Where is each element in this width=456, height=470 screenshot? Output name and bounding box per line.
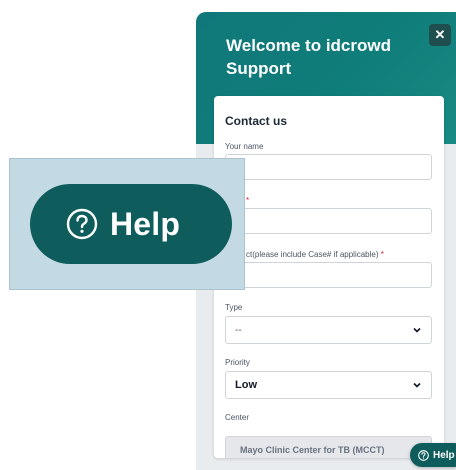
center-input[interactable]: Mayo Clinic Center for TB (MCCT) (225, 436, 432, 458)
widget-title: Welcome to idcrowd Support (226, 36, 391, 78)
contact-form: Contact us Your name * ct(please include… (214, 96, 444, 458)
subject-label-text: ct(please include Case# if applicable) (246, 250, 379, 259)
email-label: * (246, 196, 250, 205)
help-zoom-label: Help (110, 205, 181, 242)
your-name-label: Your name (225, 142, 264, 151)
type-select[interactable]: -- (225, 316, 432, 344)
question-circle-icon (418, 449, 429, 461)
your-name-input[interactable] (225, 154, 432, 180)
priority-select[interactable]: Low (225, 371, 432, 399)
subject-input[interactable] (225, 262, 432, 288)
form-heading: Contact us (225, 114, 288, 128)
help-zoom-button[interactable]: Help (30, 184, 232, 264)
type-select-value: -- (235, 324, 242, 336)
close-button[interactable]: ✕ (429, 24, 451, 46)
subject-required-mark: * (380, 250, 384, 259)
help-button-label: Help (433, 449, 455, 461)
chevron-down-icon (412, 325, 422, 335)
center-label: Center (225, 413, 250, 422)
priority-select-value: Low (235, 379, 257, 391)
close-icon: ✕ (434, 27, 446, 42)
question-circle-icon (66, 208, 98, 240)
type-label: Type (225, 303, 243, 312)
email-input[interactable] (225, 208, 432, 234)
help-zoom-callout: Help (9, 158, 245, 290)
chevron-down-icon (412, 380, 422, 390)
priority-label: Priority (225, 358, 250, 367)
subject-label: ct(please include Case# if applicable) * (246, 250, 384, 259)
help-button[interactable]: Help (410, 443, 456, 467)
